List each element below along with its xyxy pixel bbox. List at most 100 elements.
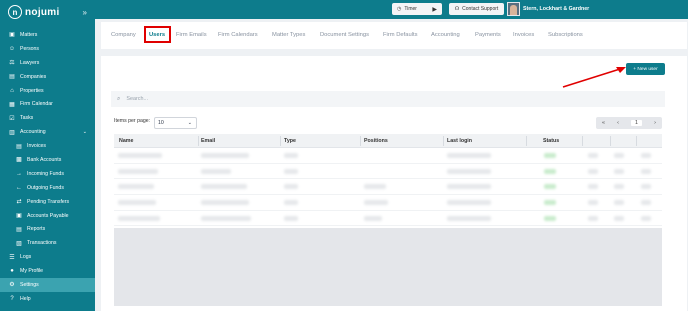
headset-icon: ☊ <box>454 6 460 12</box>
sidebar-item-settings[interactable]: ⚙ Settings <box>0 278 95 292</box>
column-header-last-login[interactable]: Last login <box>447 138 472 144</box>
tab-firm-defaults[interactable]: Firm Defaults <box>383 32 417 38</box>
sidebar-item-label: Tasks <box>20 115 34 122</box>
timer-label: Timer <box>404 6 417 12</box>
sidebar-item-label: Transactions <box>27 240 57 247</box>
current-page[interactable]: 1 <box>631 120 643 126</box>
prev-page-button[interactable]: ‹ <box>617 120 619 126</box>
table-row[interactable] <box>114 195 662 211</box>
collapse-sidebar-icon[interactable]: » <box>83 8 87 17</box>
sidebar-item-accounts-payable[interactable]: ▣ Accounts Payable <box>0 209 95 223</box>
sidebar: n nojumi » ▣ Matters ☺ Persons ⚖ Lawyers ▤ C… <box>0 0 95 311</box>
logo[interactable]: n nojumi » <box>0 0 95 24</box>
pagination: « ‹ 1 › <box>596 117 662 129</box>
chevron-down-icon: ⌄ <box>187 120 192 126</box>
sidebar-item-label: My Profile <box>20 268 44 275</box>
sidebar-item-firm-calendar[interactable]: ▦ Firm Calendar <box>0 97 95 111</box>
sidebar-item-label: Outgoing Funds <box>27 184 64 191</box>
user-menu[interactable]: Stern, Lockhart & Gardner <box>507 2 589 16</box>
tab-firm-calendars[interactable]: Firm Calendars <box>218 32 258 38</box>
first-page-button[interactable]: « <box>602 120 605 126</box>
avatar <box>507 2 520 16</box>
sidebar-item-invoices[interactable]: ▤ Invoices <box>0 139 95 153</box>
table-row[interactable] <box>114 179 662 196</box>
persons-icon: ☺ <box>8 45 16 52</box>
column-header-positions[interactable]: Positions <box>364 138 388 144</box>
sidebar-item-matters[interactable]: ▣ Matters <box>0 28 95 42</box>
sidebar-item-pending-transfers[interactable]: ⇄ Pending Transfers <box>0 195 95 209</box>
profile-icon: ● <box>10 268 14 275</box>
arrow-left-icon: ← <box>16 184 22 191</box>
sidebar-item-help[interactable]: ? Help <box>0 292 95 306</box>
sidebar-item-label: Logs <box>20 254 32 261</box>
invoice-icon: ▤ <box>16 143 22 150</box>
search-bar[interactable]: ⌕ Search... <box>111 91 665 107</box>
lawyer-icon: ⚖ <box>9 60 15 67</box>
sidebar-item-label: Invoices <box>27 143 47 150</box>
bank-icon: ▩ <box>16 157 22 164</box>
sidebar-item-label: Settings <box>20 281 39 288</box>
help-icon: ? <box>10 295 14 302</box>
sidebar-item-logs[interactable]: ☰ Logs <box>0 250 95 264</box>
sidebar-nav: ▣ Matters ☺ Persons ⚖ Lawyers ▤ Companies ⌂ P… <box>0 24 95 306</box>
sidebar-item-transactions[interactable]: ▧ Transactions <box>0 236 95 250</box>
timer-button[interactable]: ◷ Timer ▶ <box>392 3 442 15</box>
transfer-icon: ⇄ <box>16 199 22 206</box>
sidebar-item-accounting[interactable]: ▥ Accounting ⌄ <box>0 125 95 139</box>
sidebar-item-lawyers[interactable]: ⚖ Lawyers <box>0 56 95 70</box>
new-user-button[interactable]: + New user <box>626 63 665 75</box>
column-header-status[interactable]: Status <box>543 138 559 144</box>
tab-invoices[interactable]: Invoices <box>513 32 534 38</box>
tab-company[interactable]: Company <box>111 32 136 38</box>
sidebar-item-label: Lawyers <box>20 59 40 66</box>
clock-icon: ◷ <box>397 6 402 12</box>
sidebar-item-label: Reports <box>27 226 46 233</box>
sidebar-item-label: Help <box>20 295 31 302</box>
column-header-type[interactable]: Type <box>284 138 296 144</box>
tab-payments[interactable]: Payments <box>475 32 501 38</box>
table-row[interactable] <box>114 211 662 227</box>
sidebar-item-reports[interactable]: ▤ Reports <box>0 222 95 236</box>
sidebar-item-persons[interactable]: ☺ Persons <box>0 42 95 56</box>
sidebar-item-companies[interactable]: ▤ Companies <box>0 70 95 84</box>
sidebar-item-bank-accounts[interactable]: ▩ Bank Accounts <box>0 153 95 167</box>
items-per-page-label: Items per page: <box>114 118 151 124</box>
briefcase-icon: ▣ <box>9 32 15 39</box>
user-name: Stern, Lockhart & Gardner <box>523 6 590 12</box>
sidebar-item-incoming-funds[interactable]: → Incoming Funds <box>0 167 95 181</box>
contact-support-button[interactable]: ☊ Contact Support <box>449 3 504 15</box>
tab-document-settings[interactable]: Document Settings <box>320 32 369 38</box>
sidebar-item-label: Properties <box>20 87 44 94</box>
sidebar-item-tasks[interactable]: ☑ Tasks <box>0 111 95 125</box>
sidebar-item-label: Bank Accounts <box>27 156 62 163</box>
play-icon[interactable]: ▶ <box>432 6 437 13</box>
sidebar-item-label: Incoming Funds <box>27 170 64 177</box>
next-page-button[interactable]: › <box>654 120 656 126</box>
table-empty-area <box>114 228 662 306</box>
users-table-header: Name Email Type Positions Last login Sta… <box>114 134 662 148</box>
annotation-arrow <box>562 67 626 88</box>
payable-icon: ▣ <box>16 213 22 220</box>
sidebar-item-label: Companies <box>20 73 47 80</box>
tab-accounting[interactable]: Accounting <box>431 32 460 38</box>
logo-text: nojumi <box>25 6 60 18</box>
sidebar-item-label: Accounts Payable <box>27 212 69 219</box>
column-header-name[interactable]: Name <box>119 138 133 144</box>
sidebar-item-properties[interactable]: ⌂ Properties <box>0 84 95 98</box>
items-per-page-select[interactable]: 10 ⌄ <box>154 117 197 129</box>
tab-firm-emails[interactable]: Firm Emails <box>176 32 207 38</box>
sidebar-item-my-profile[interactable]: ● My Profile <box>0 264 95 278</box>
sidebar-item-label: Accounting <box>20 129 46 136</box>
search-input[interactable]: Search... <box>126 96 148 102</box>
chevron-down-icon: ⌄ <box>82 129 87 136</box>
tab-subscriptions[interactable]: Subscriptions <box>548 32 583 38</box>
column-header-email[interactable]: Email <box>201 138 215 144</box>
sidebar-item-label: Matters <box>20 31 38 38</box>
sidebar-item-outgoing-funds[interactable]: ← Outgoing Funds <box>0 181 95 195</box>
sidebar-item-label: Pending Transfers <box>27 198 70 205</box>
transactions-icon: ▧ <box>16 240 22 247</box>
table-row[interactable] <box>114 164 662 180</box>
sidebar-item-label: Firm Calendar <box>20 101 53 108</box>
table-row[interactable] <box>114 148 662 164</box>
tab-matter-types[interactable]: Matter Types <box>272 32 305 38</box>
